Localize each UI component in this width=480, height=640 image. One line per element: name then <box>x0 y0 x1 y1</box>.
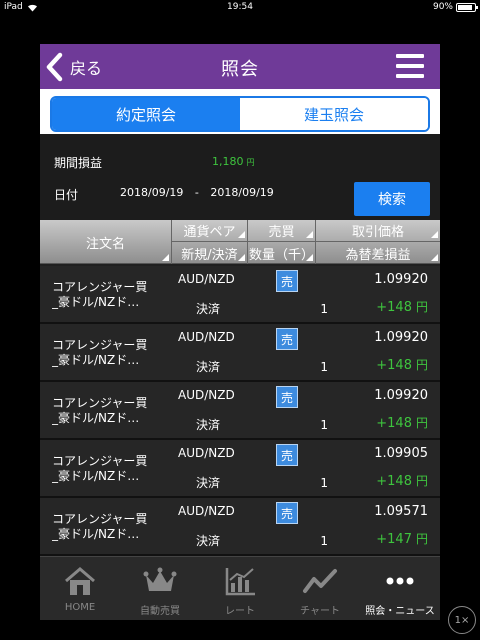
zoom-button[interactable]: 1× <box>448 606 476 634</box>
segmented-control-container: 約定照会 建玉照会 <box>40 89 440 134</box>
tab-chart[interactable]: チャート <box>280 557 360 620</box>
header-price[interactable]: 取引価格 <box>316 220 440 242</box>
segmented-control: 約定照会 建玉照会 <box>50 96 430 132</box>
header-quantity[interactable]: 数量（千） <box>248 242 316 264</box>
quantity: 1 <box>320 534 328 548</box>
currency-pair: AUD/NZD <box>178 446 235 460</box>
tab-position-inquiry[interactable]: 建玉照会 <box>240 98 428 130</box>
tab-inquiry-news[interactable]: 照会・ニュース <box>360 557 440 620</box>
battery-icon <box>456 2 478 12</box>
nav-bar: 戻る 照会 <box>40 44 440 89</box>
side-badge: 売 <box>276 502 298 524</box>
rate-chart-icon <box>225 568 255 596</box>
tab-rate[interactable]: レート <box>200 557 280 620</box>
period-pl-label: 期間損益 <box>54 156 103 170</box>
side-badge: 売 <box>276 328 298 350</box>
line-chart-icon <box>303 569 337 593</box>
trade-list[interactable]: コアレンジャー買 _豪ドル/NZド… AUD/NZD 決済売 1 1.09920 +148 円… <box>40 264 440 556</box>
order-name: コアレンジャー買 _豪ドル/NZド… <box>52 512 148 541</box>
bottom-tab-bar: HOME 自動売買 レート チャート 照会・ニュース <box>40 556 440 620</box>
currency-pair: AUD/NZD <box>178 388 235 402</box>
battery-percent: 90% <box>432 2 453 12</box>
fx-pl: +147 円 <box>376 532 428 547</box>
order-name: コアレンジャー買 _豪ドル/NZド… <box>52 454 148 483</box>
crown-icon <box>143 567 177 591</box>
date-separator: - <box>194 186 199 199</box>
fx-pl: +148 円 <box>376 358 428 373</box>
side-badge: 売 <box>276 386 298 408</box>
table-row[interactable]: コアレンジャー買 _豪ドル/NZド… AUD/NZD 決済 売 1 1.09571 +147 円 <box>40 498 440 556</box>
order-name: コアレンジャー買 _豪ドル/NZド… <box>52 396 148 425</box>
order-name: コアレンジャー買 _豪ドル/NZド… <box>52 338 148 367</box>
hamburger-menu-icon[interactable] <box>396 54 424 80</box>
table-header: 注文名 通貨ペア 新規/決済 売買 数量（千） 取引価格 為替差損益 <box>40 220 440 264</box>
new-close-kind: 決済 <box>196 534 221 548</box>
trade-price: 1.09920 <box>374 272 428 287</box>
tab-home[interactable]: HOME <box>40 557 120 620</box>
quantity: 1 <box>320 302 328 316</box>
new-close-kind: 決済 <box>196 418 221 432</box>
fx-pl: +148 円 <box>376 474 428 489</box>
app-frame: 戻る 照会 約定照会 建玉照会 期間損益 1,180 円 日付 2018/09/1… <box>40 44 440 620</box>
date-to[interactable]: 2018/09/19 <box>210 186 273 199</box>
trade-price: 1.09920 <box>374 330 428 345</box>
order-name: コアレンジャー買 _豪ドル/NZド… <box>52 280 148 309</box>
page-title: 照会 <box>221 59 259 80</box>
search-button[interactable]: 検索 <box>354 182 430 216</box>
new-close-kind: 決済 <box>196 476 221 490</box>
more-dots-icon <box>386 577 414 585</box>
date-range[interactable]: 2018/09/19 - 2018/09/19 <box>120 186 274 199</box>
side-badge: 売 <box>276 444 298 466</box>
tab-auto-trade[interactable]: 自動売買 <box>120 557 200 620</box>
period-pl-value: 1,180 円 <box>212 155 255 168</box>
header-currency-pair[interactable]: 通貨ペア <box>172 220 248 242</box>
date-label: 日付 <box>54 188 79 202</box>
trade-price: 1.09920 <box>374 388 428 403</box>
fx-pl: +148 円 <box>376 300 428 315</box>
quantity: 1 <box>320 360 328 374</box>
clock: 19:54 <box>227 2 253 12</box>
new-close-kind: 決済 <box>196 302 221 316</box>
currency-pair: AUD/NZD <box>178 272 235 286</box>
home-icon <box>65 567 95 595</box>
trade-price: 1.09571 <box>374 504 428 519</box>
table-row[interactable]: コアレンジャー買 _豪ドル/NZド… AUD/NZD 決済 売 1 1.09905 +148 円 <box>40 440 440 498</box>
side-badge: 売 <box>276 270 298 292</box>
tab-execution-inquiry[interactable]: 約定照会 <box>52 98 240 130</box>
table-row[interactable]: コアレンジャー買 _豪ドル/NZド… AUD/NZD 決済 売 1 1.09920 +148 円 <box>40 266 440 324</box>
quantity: 1 <box>320 418 328 432</box>
currency-pair: AUD/NZD <box>178 330 235 344</box>
table-row[interactable]: コアレンジャー買 _豪ドル/NZド… AUD/NZD 決済 売 1 1.09920 +148 円 <box>40 324 440 382</box>
date-from[interactable]: 2018/09/19 <box>120 186 183 199</box>
currency-pair: AUD/NZD <box>178 504 235 518</box>
new-close-kind: 決済 <box>196 360 221 374</box>
quantity: 1 <box>320 476 328 490</box>
status-bar: iPad 19:54 90% <box>0 0 480 16</box>
trade-price: 1.09905 <box>374 446 428 461</box>
table-row[interactable]: コアレンジャー買 _豪ドル/NZド… AUD/NZD 決済 売 1 1.09920 +148 円 <box>40 382 440 440</box>
header-side[interactable]: 売買 <box>248 220 316 242</box>
fx-pl: +148 円 <box>376 416 428 431</box>
header-fx-pl[interactable]: 為替差損益 <box>316 242 440 264</box>
header-order-name[interactable]: 注文名 <box>40 220 172 264</box>
header-new-close[interactable]: 新規/決済 <box>172 242 248 264</box>
